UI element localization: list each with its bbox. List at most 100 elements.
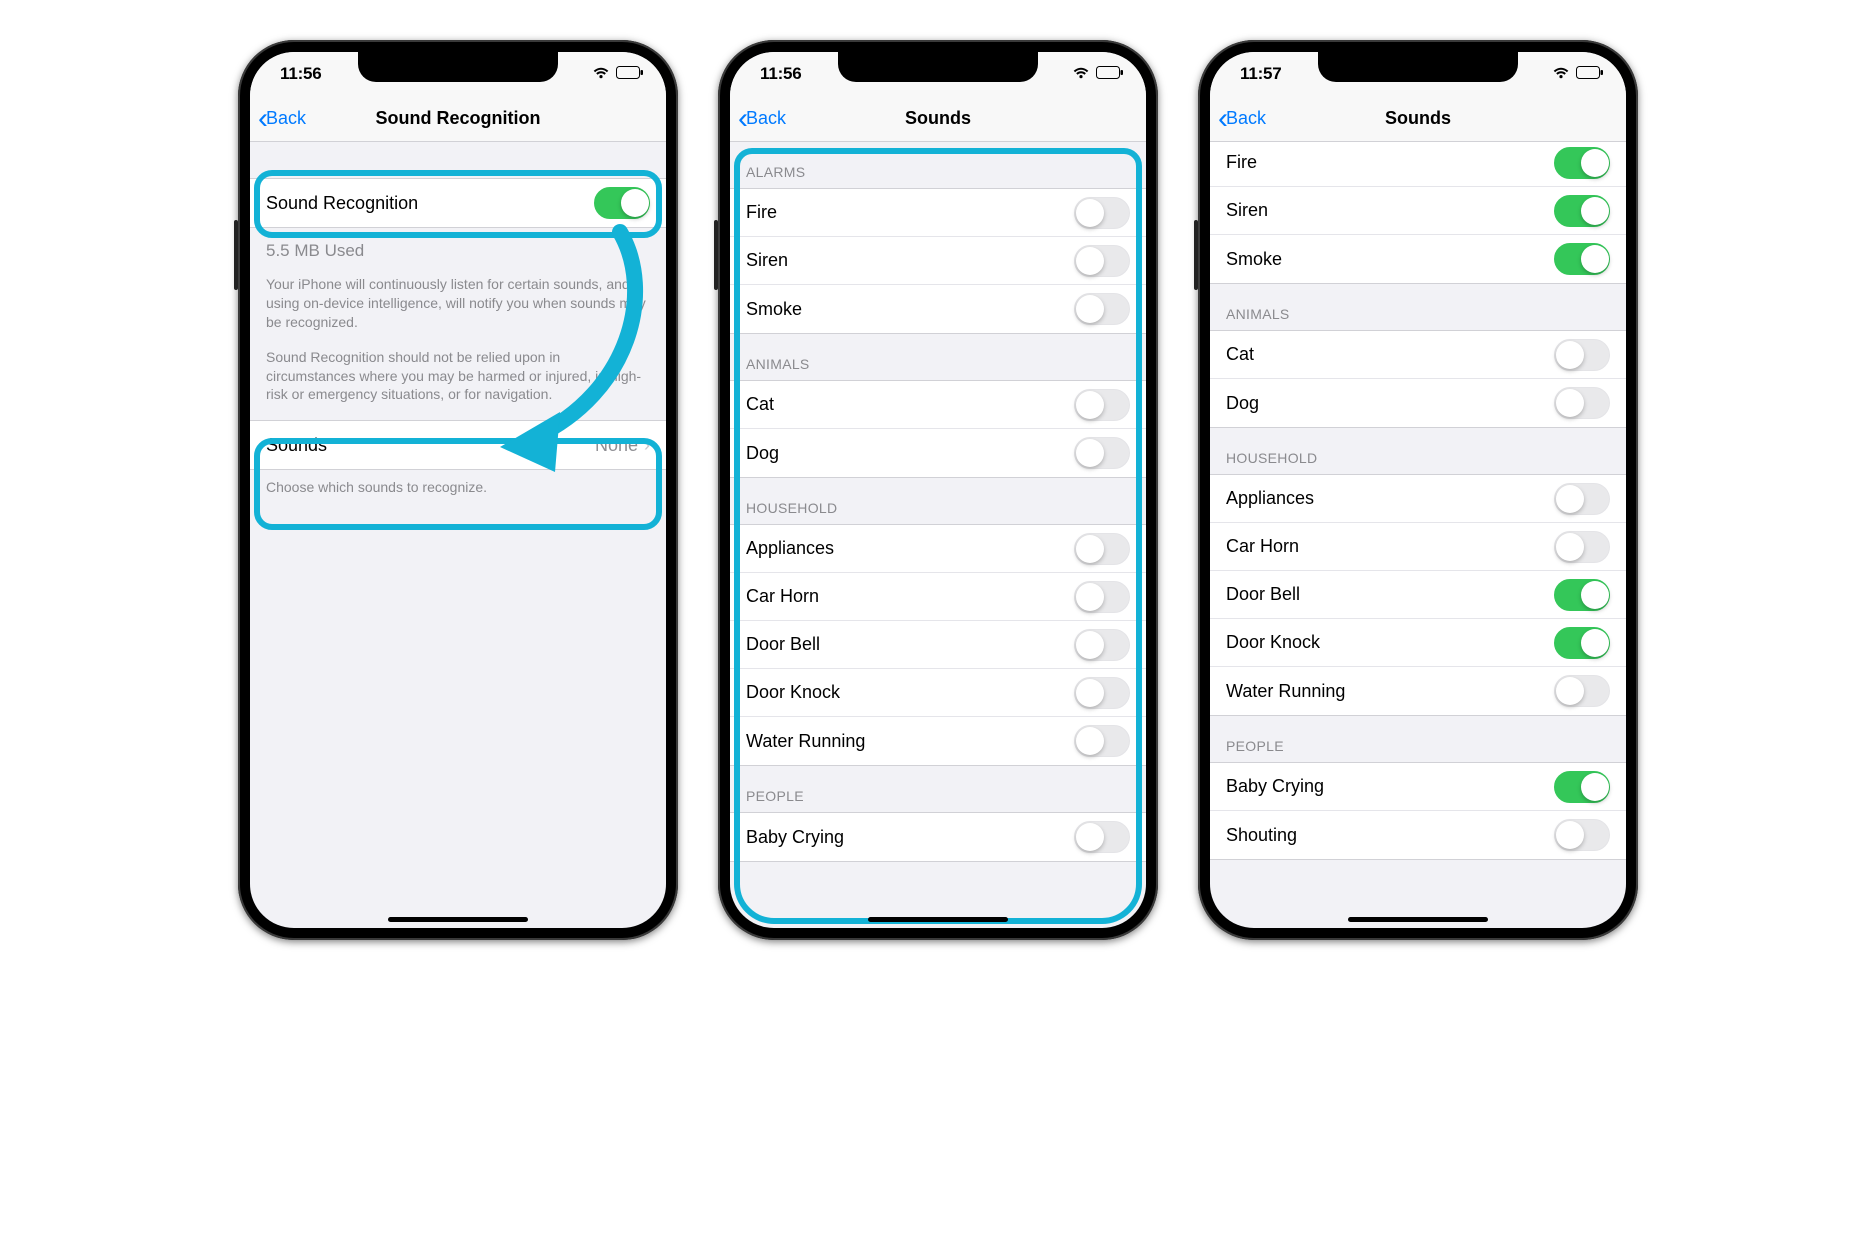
- toggle-door-bell[interactable]: [1074, 629, 1130, 661]
- content-area: Sound Recognition 5.5 MB Used Your iPhon…: [250, 142, 666, 928]
- toggle-baby-crying[interactable]: [1554, 771, 1610, 803]
- back-button[interactable]: ‹ Back: [736, 104, 792, 134]
- row-cat[interactable]: Cat: [730, 381, 1146, 429]
- description-1: Your iPhone will continuously listen for…: [250, 267, 666, 336]
- row-water-running[interactable]: Water Running: [1210, 667, 1626, 715]
- row-dog[interactable]: Dog: [730, 429, 1146, 477]
- toggle-siren[interactable]: [1554, 195, 1610, 227]
- nav-bar: ‹ Back Sounds: [1210, 96, 1626, 142]
- toggle-smoke[interactable]: [1074, 293, 1130, 325]
- battery-icon: [616, 64, 644, 84]
- back-label: Back: [1226, 108, 1266, 129]
- sounds-value: None: [595, 435, 638, 456]
- home-indicator[interactable]: [1348, 917, 1488, 922]
- toggle-dog[interactable]: [1554, 387, 1610, 419]
- home-indicator[interactable]: [388, 917, 528, 922]
- row-label: Water Running: [1226, 681, 1554, 702]
- sound-recognition-group: Sound Recognition: [250, 178, 666, 228]
- back-label: Back: [266, 108, 306, 129]
- toggle-siren[interactable]: [1074, 245, 1130, 277]
- row-smoke[interactable]: Smoke: [730, 285, 1146, 333]
- row-shouting[interactable]: Shouting: [1210, 811, 1626, 859]
- row-water-running[interactable]: Water Running: [730, 717, 1146, 765]
- status-indicators: [592, 64, 644, 84]
- wifi-icon: [1552, 64, 1570, 84]
- row-siren[interactable]: Siren: [730, 237, 1146, 285]
- row-siren[interactable]: Siren: [1210, 187, 1626, 235]
- toggle-shouting[interactable]: [1554, 819, 1610, 851]
- toggle-car-horn[interactable]: [1074, 581, 1130, 613]
- toggle-door-knock[interactable]: [1554, 627, 1610, 659]
- screen-2: 11:56 ‹ Back Sounds ALARMS Fire Siren Sm…: [730, 52, 1146, 928]
- toggle-smoke[interactable]: [1554, 243, 1610, 275]
- row-label: Smoke: [746, 299, 1074, 320]
- row-label: Appliances: [1226, 488, 1554, 509]
- toggle-water-running[interactable]: [1074, 725, 1130, 757]
- row-door-knock[interactable]: Door Knock: [730, 669, 1146, 717]
- toggle-water-running[interactable]: [1554, 675, 1610, 707]
- notch: [1318, 52, 1518, 82]
- sounds-group: Sounds None ›: [250, 420, 666, 470]
- row-smoke[interactable]: Smoke: [1210, 235, 1626, 283]
- sound-recognition-row[interactable]: Sound Recognition: [250, 179, 666, 227]
- sound-recognition-toggle[interactable]: [594, 187, 650, 219]
- row-door-bell[interactable]: Door Bell: [1210, 571, 1626, 619]
- toggle-door-bell[interactable]: [1554, 579, 1610, 611]
- back-button[interactable]: ‹ Back: [256, 104, 312, 134]
- choose-text: Choose which sounds to recognize.: [250, 470, 666, 501]
- toggle-dog[interactable]: [1074, 437, 1130, 469]
- group-household: Appliances Car Horn Door Bell Door Knock…: [730, 524, 1146, 766]
- phone-3: 11:57 ‹ Back Sounds ALARMS Fire Siren Sm…: [1198, 40, 1638, 940]
- toggle-fire[interactable]: [1554, 147, 1610, 179]
- toggle-cat[interactable]: [1554, 339, 1610, 371]
- row-baby-crying[interactable]: Baby Crying: [1210, 763, 1626, 811]
- toggle-door-knock[interactable]: [1074, 677, 1130, 709]
- row-label: Cat: [746, 394, 1074, 415]
- row-appliances[interactable]: Appliances: [730, 525, 1146, 573]
- wifi-icon: [1072, 64, 1090, 84]
- row-dog[interactable]: Dog: [1210, 379, 1626, 427]
- row-label: Door Knock: [1226, 632, 1554, 653]
- toggle-appliances[interactable]: [1554, 483, 1610, 515]
- row-fire[interactable]: Fire: [1210, 142, 1626, 187]
- chevron-right-icon: ›: [644, 435, 650, 456]
- phone-2: 11:56 ‹ Back Sounds ALARMS Fire Siren Sm…: [718, 40, 1158, 940]
- row-car-horn[interactable]: Car Horn: [730, 573, 1146, 621]
- group-household: Appliances Car Horn Door Bell Door Knock…: [1210, 474, 1626, 716]
- nav-bar: ‹ Back Sounds: [730, 96, 1146, 142]
- row-label: Fire: [1226, 152, 1554, 173]
- content-area[interactable]: ALARMS Fire Siren Smoke ANIMALS Cat Dog …: [1210, 142, 1626, 928]
- toggle-baby-crying[interactable]: [1074, 821, 1130, 853]
- row-label: Siren: [1226, 200, 1554, 221]
- row-fire[interactable]: Fire: [730, 189, 1146, 237]
- toggle-cat[interactable]: [1074, 389, 1130, 421]
- row-label: Siren: [746, 250, 1074, 271]
- phone-1: 11:56 ‹ Back Sound Recognition Sound Rec…: [238, 40, 678, 940]
- page-title: Sounds: [730, 108, 1146, 129]
- row-door-bell[interactable]: Door Bell: [730, 621, 1146, 669]
- content-area[interactable]: ALARMS Fire Siren Smoke ANIMALS Cat Dog …: [730, 142, 1146, 928]
- sound-recognition-label: Sound Recognition: [266, 193, 594, 214]
- section-household: HOUSEHOLD: [730, 478, 1146, 524]
- row-appliances[interactable]: Appliances: [1210, 475, 1626, 523]
- group-people: Baby Crying: [730, 812, 1146, 862]
- toggle-fire[interactable]: [1074, 197, 1130, 229]
- row-cat[interactable]: Cat: [1210, 331, 1626, 379]
- status-time: 11:56: [760, 64, 802, 84]
- back-button[interactable]: ‹ Back: [1216, 104, 1272, 134]
- row-baby-crying[interactable]: Baby Crying: [730, 813, 1146, 861]
- row-label: Smoke: [1226, 249, 1554, 270]
- status-indicators: [1552, 64, 1604, 84]
- nav-bar: ‹ Back Sound Recognition: [250, 96, 666, 142]
- row-car-horn[interactable]: Car Horn: [1210, 523, 1626, 571]
- row-door-knock[interactable]: Door Knock: [1210, 619, 1626, 667]
- storage-used: 5.5 MB Used: [250, 228, 666, 267]
- row-label: Cat: [1226, 344, 1554, 365]
- home-indicator[interactable]: [868, 917, 1008, 922]
- battery-icon: [1576, 64, 1604, 84]
- status-indicators: [1072, 64, 1124, 84]
- toggle-car-horn[interactable]: [1554, 531, 1610, 563]
- section-animals: ANIMALS: [1210, 284, 1626, 330]
- toggle-appliances[interactable]: [1074, 533, 1130, 565]
- sounds-row[interactable]: Sounds None ›: [250, 421, 666, 469]
